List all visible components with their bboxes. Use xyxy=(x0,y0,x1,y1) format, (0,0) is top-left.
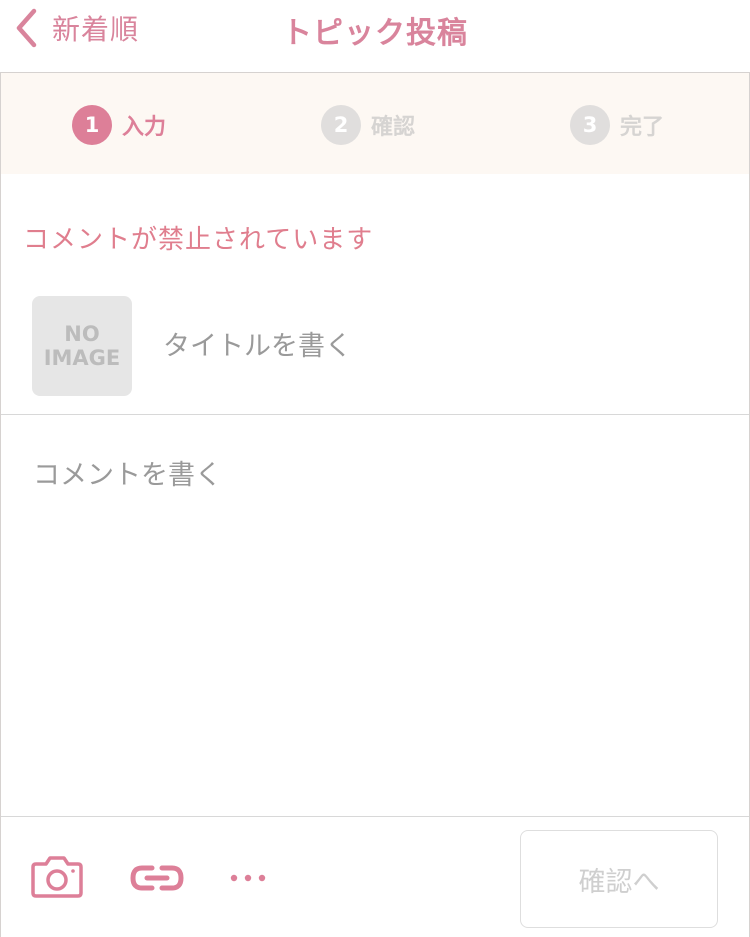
divider xyxy=(1,414,749,415)
step-confirm: 2 確認 xyxy=(321,105,415,145)
more-icon xyxy=(229,868,269,888)
step-complete: 3 完了 xyxy=(570,105,664,145)
no-image-text: IMAGE xyxy=(43,346,121,370)
link-icon xyxy=(130,863,184,893)
step-number: 2 xyxy=(321,105,361,145)
step-number: 3 xyxy=(570,105,610,145)
link-button[interactable] xyxy=(130,863,184,893)
step-indicator: 1 入力 2 確認 3 完了 xyxy=(1,73,749,174)
header-bar: 新着順 トピック投稿 xyxy=(0,0,750,73)
more-button[interactable] xyxy=(229,868,269,888)
step-label: 確認 xyxy=(371,115,416,140)
page-title: トピック投稿 xyxy=(282,16,468,51)
step-label: 入力 xyxy=(122,115,167,140)
step-number: 1 xyxy=(72,105,112,145)
post-form: 1 入力 2 確認 3 完了 コメントが禁止されています NO IMAGE タイ… xyxy=(0,73,750,937)
image-placeholder-button[interactable]: NO IMAGE xyxy=(32,296,132,396)
divider xyxy=(1,816,749,817)
comment-input[interactable] xyxy=(33,451,723,801)
camera-icon xyxy=(29,855,85,899)
step-label: 完了 xyxy=(620,115,665,140)
comment-disabled-warning: コメントが禁止されています xyxy=(23,225,374,255)
title-input[interactable] xyxy=(163,321,723,371)
camera-button[interactable] xyxy=(29,855,85,899)
step-input: 1 入力 xyxy=(72,105,166,145)
no-image-text: NO xyxy=(64,322,100,346)
confirm-button[interactable]: 確認へ xyxy=(520,830,718,928)
